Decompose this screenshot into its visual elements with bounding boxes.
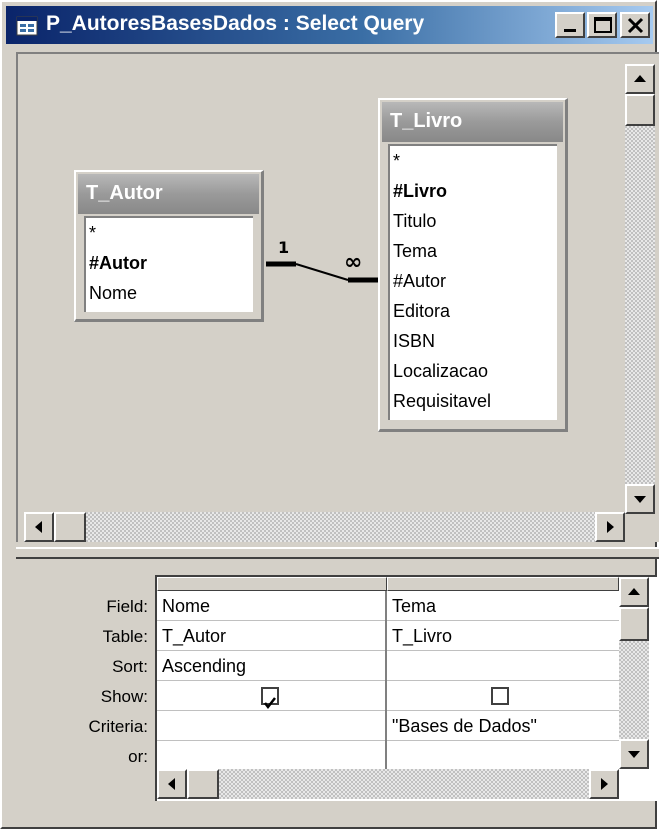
table-t-autor[interactable]: T_Autor * #Autor Nome <box>74 170 264 322</box>
field-item[interactable]: Nome <box>86 278 253 308</box>
grid-scroll-right-button[interactable] <box>589 769 619 799</box>
row-label-show: Show: <box>100 687 148 706</box>
minimize-icon <box>564 29 576 32</box>
cell-criteria[interactable] <box>157 711 385 741</box>
vertical-scroll-thumb[interactable] <box>625 94 655 126</box>
grid-horizontal-scrollbar[interactable] <box>157 769 619 799</box>
cell-field[interactable]: Tema <box>387 591 619 621</box>
relationship-one-label: 1 <box>278 238 290 257</box>
field-item[interactable]: #Autor <box>390 266 557 296</box>
row-label-sort: Sort: <box>112 657 148 676</box>
row-label-table: Table: <box>102 627 148 646</box>
horizontal-scroll-thumb[interactable] <box>54 512 86 542</box>
field-list[interactable]: * #Autor Nome <box>84 216 253 312</box>
row-label-criteria: Criteria: <box>88 717 148 736</box>
cell-sort[interactable]: Ascending <box>157 651 385 681</box>
show-checkbox[interactable] <box>261 687 279 710</box>
scroll-down-button[interactable] <box>625 484 655 514</box>
cell-show[interactable] <box>157 681 385 711</box>
query-icon <box>16 16 38 36</box>
arrow-down-icon <box>634 496 646 503</box>
field-item[interactable]: Localizacao <box>390 356 557 386</box>
cell-field[interactable]: Nome <box>157 591 385 621</box>
field-list[interactable]: * #Livro Titulo Tema #Autor Editora ISBN… <box>388 144 557 420</box>
pane-splitter[interactable] <box>16 547 659 559</box>
relationship-many-label: ∞ <box>344 250 363 275</box>
scroll-right-button[interactable] <box>595 512 625 542</box>
column-selector[interactable] <box>387 577 619 591</box>
field-item[interactable]: * <box>390 146 557 176</box>
show-checkbox[interactable] <box>491 687 509 705</box>
cell-criteria[interactable]: "Bases de Dados" <box>387 711 619 741</box>
field-item[interactable]: Titulo <box>390 206 557 236</box>
field-item[interactable]: * <box>86 218 253 248</box>
table-title[interactable]: T_Autor <box>78 174 259 214</box>
checkmark-icon <box>264 697 276 710</box>
field-item[interactable]: Editora <box>390 296 557 326</box>
cell-sort[interactable] <box>387 651 619 681</box>
field-item[interactable]: Tema <box>390 236 557 266</box>
close-icon <box>627 17 644 34</box>
grid-horizontal-scroll-thumb[interactable] <box>187 769 219 799</box>
grid-scroll-left-button[interactable] <box>157 769 187 799</box>
field-item-key[interactable]: #Autor <box>86 248 253 278</box>
arrow-left-icon <box>35 521 42 533</box>
cell-or[interactable] <box>157 741 385 771</box>
cell-show[interactable] <box>387 681 619 711</box>
grid-vertical-scroll-thumb[interactable] <box>619 607 649 641</box>
horizontal-scrollbar[interactable] <box>24 512 624 542</box>
column-selector[interactable] <box>157 577 387 591</box>
grid-scroll-up-button[interactable] <box>619 577 649 607</box>
cell-or[interactable] <box>387 741 619 771</box>
window-title: P_AutoresBasesDados : Select Query <box>46 12 425 35</box>
grid-column-2: Tema T_Livro "Bases de Dados" <box>387 591 619 771</box>
scroll-up-button[interactable] <box>625 64 655 94</box>
field-item-key[interactable]: #Livro <box>390 176 557 206</box>
arrow-up-icon <box>628 588 640 595</box>
cell-table[interactable]: T_Autor <box>157 621 385 651</box>
table-title[interactable]: T_Livro <box>382 102 563 142</box>
grid-row-labels: Field: Table: Sort: Show: Criteria: or: <box>52 592 148 772</box>
title-bar[interactable]: P_AutoresBasesDados : Select Query <box>6 6 653 44</box>
arrow-right-icon <box>607 521 614 533</box>
close-button[interactable] <box>620 12 650 38</box>
cell-table[interactable]: T_Livro <box>387 621 619 651</box>
query-window: P_AutoresBasesDados : Select Query 1 ∞ T… <box>0 0 659 829</box>
table-t-livro[interactable]: T_Livro * #Livro Titulo Tema #Autor Edit… <box>378 98 568 432</box>
minimize-button[interactable] <box>555 12 585 38</box>
design-grid[interactable]: Nome T_Autor Ascending Tema T_Livro "Bas… <box>155 575 657 801</box>
field-item[interactable]: Requisitavel <box>390 386 557 416</box>
field-item[interactable]: ISBN <box>390 326 557 356</box>
grid-column-1: Nome T_Autor Ascending <box>157 591 387 771</box>
vertical-scrollbar[interactable] <box>625 64 655 514</box>
arrow-down-icon <box>628 751 640 758</box>
grid-scroll-down-button[interactable] <box>619 739 649 769</box>
arrow-left-icon <box>168 778 175 790</box>
maximize-button[interactable] <box>587 12 617 38</box>
table-pane[interactable]: 1 ∞ T_Autor * #Autor Nome T_Livro * #Liv… <box>16 52 659 542</box>
arrow-up-icon <box>634 75 646 82</box>
scroll-left-button[interactable] <box>24 512 54 542</box>
arrow-right-icon <box>601 778 608 790</box>
row-label-field: Field: <box>106 597 148 616</box>
row-label-or: or: <box>128 747 148 766</box>
maximize-icon <box>594 17 612 33</box>
